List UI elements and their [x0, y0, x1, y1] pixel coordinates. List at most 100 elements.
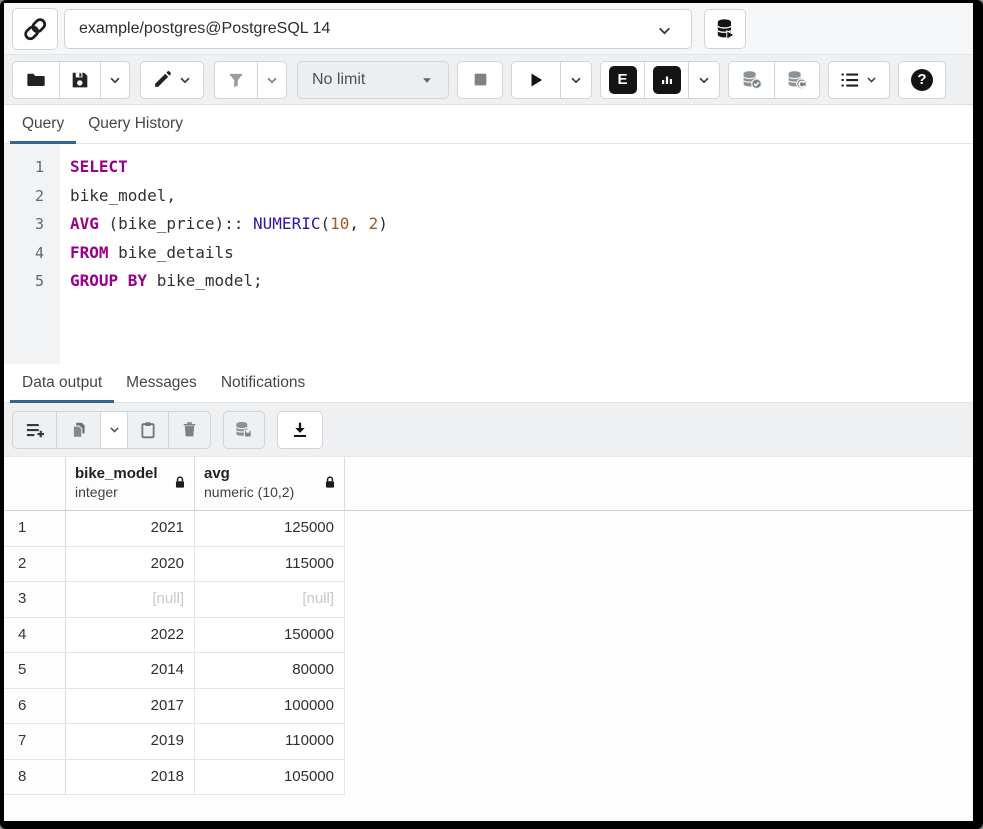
- data-cell[interactable]: 150000: [195, 618, 345, 654]
- connection-select[interactable]: example/postgres@PostgreSQL 14: [64, 9, 692, 49]
- code-line[interactable]: SELECT: [70, 153, 973, 182]
- tab-query-history[interactable]: Query History: [76, 105, 195, 143]
- pgadmin-query-tool: example/postgres@PostgreSQL 14: [4, 3, 973, 821]
- table-row: 22020115000: [4, 547, 973, 583]
- sql-token: GROUP BY: [70, 271, 147, 290]
- sql-token: (: [320, 214, 330, 233]
- paste-button[interactable]: [127, 411, 169, 449]
- delete-row-button[interactable]: [168, 411, 211, 449]
- row-limit-select[interactable]: No limit: [297, 61, 449, 99]
- data-cell[interactable]: [null]: [195, 582, 345, 618]
- lock-icon: [173, 475, 187, 490]
- explain-dropdown-button[interactable]: [688, 61, 720, 99]
- data-cell[interactable]: 2020: [66, 547, 195, 583]
- execute-button[interactable]: [511, 61, 561, 99]
- tab-notifications-label: Notifications: [221, 374, 305, 392]
- rollback-button[interactable]: [774, 61, 820, 99]
- line-number: 2: [35, 182, 60, 211]
- data-cell[interactable]: 105000: [195, 760, 345, 796]
- tab-notifications[interactable]: Notifications: [209, 364, 317, 402]
- column-name: bike_model: [75, 465, 168, 483]
- line-number: 5: [35, 267, 60, 296]
- data-cell[interactable]: 80000: [195, 653, 345, 689]
- row-number-cell[interactable]: 4: [4, 618, 66, 654]
- chevron-down-icon: [108, 423, 121, 436]
- row-number-header[interactable]: [4, 457, 66, 510]
- row-number-cell[interactable]: 3: [4, 582, 66, 618]
- lock-icon: [323, 475, 337, 490]
- row-number-cell[interactable]: 6: [4, 689, 66, 725]
- macros-button[interactable]: [828, 61, 890, 99]
- sql-editor[interactable]: 12345 SELECTbike_model,AVG (bike_price):…: [4, 144, 973, 364]
- explain-analyze-button[interactable]: [644, 61, 689, 99]
- paste-icon: [139, 421, 157, 439]
- data-cell[interactable]: 110000: [195, 724, 345, 760]
- column-header-bike-model[interactable]: bike_model integer: [66, 457, 195, 510]
- line-number: 4: [35, 239, 60, 268]
- filter-button[interactable]: [214, 61, 258, 99]
- add-row-icon: [25, 420, 45, 440]
- list-icon: [840, 70, 860, 90]
- save-dropdown-button[interactable]: [100, 61, 130, 99]
- explain-analyze-chart-icon: [653, 66, 681, 94]
- data-cell[interactable]: 115000: [195, 547, 345, 583]
- table-row: 72019110000: [4, 724, 973, 760]
- tab-messages[interactable]: Messages: [114, 364, 209, 402]
- add-row-button[interactable]: [12, 411, 57, 449]
- code-line[interactable]: AVG (bike_price):: NUMERIC(10, 2): [70, 210, 973, 239]
- new-connection-button[interactable]: [704, 9, 746, 49]
- help-group: ?: [898, 61, 946, 99]
- column-header-avg[interactable]: avg numeric (10,2): [195, 457, 345, 510]
- data-cell[interactable]: [null]: [66, 582, 195, 618]
- plug-connected-icon: [22, 16, 48, 42]
- chevron-down-icon: [656, 22, 673, 39]
- copy-button[interactable]: [56, 411, 101, 449]
- data-cell[interactable]: 2021: [66, 511, 195, 547]
- data-cell[interactable]: 2022: [66, 618, 195, 654]
- output-tabs: Data output Messages Notifications: [4, 364, 973, 403]
- data-cell[interactable]: 2019: [66, 724, 195, 760]
- explain-group: E: [600, 61, 720, 99]
- folder-icon: [27, 70, 46, 89]
- data-cell[interactable]: 2014: [66, 653, 195, 689]
- row-number-cell[interactable]: 2: [4, 547, 66, 583]
- sql-token: bike_details: [109, 243, 234, 262]
- row-number-cell[interactable]: 8: [4, 760, 66, 796]
- sql-editor-lines[interactable]: SELECTbike_model,AVG (bike_price):: NUME…: [60, 144, 973, 364]
- commit-button[interactable]: [728, 61, 775, 99]
- open-file-button[interactable]: [12, 61, 60, 99]
- edit-group: [140, 61, 204, 99]
- row-number-cell[interactable]: 1: [4, 511, 66, 547]
- row-number-cell[interactable]: 5: [4, 653, 66, 689]
- macros-group: [828, 61, 890, 99]
- data-cell[interactable]: 100000: [195, 689, 345, 725]
- code-line[interactable]: bike_model,: [70, 182, 973, 211]
- connection-status-button[interactable]: [12, 8, 58, 50]
- sql-token: bike_model;: [147, 271, 263, 290]
- execute-dropdown-button[interactable]: [560, 61, 592, 99]
- save-file-button[interactable]: [59, 61, 101, 99]
- code-line[interactable]: FROM bike_details: [70, 239, 973, 268]
- row-number-cell[interactable]: 7: [4, 724, 66, 760]
- download-results-button[interactable]: [277, 411, 323, 449]
- explain-button[interactable]: E: [600, 61, 645, 99]
- execute-group: [511, 61, 592, 99]
- tab-query[interactable]: Query: [10, 105, 76, 143]
- filter-dropdown-button[interactable]: [257, 61, 287, 99]
- data-cell[interactable]: 2018: [66, 760, 195, 796]
- table-row: 12021125000: [4, 511, 973, 547]
- copy-dropdown-button[interactable]: [100, 411, 128, 449]
- chevron-down-icon: [265, 73, 279, 87]
- code-line[interactable]: GROUP BY bike_model;: [70, 267, 973, 296]
- table-row: 5201480000: [4, 653, 973, 689]
- tab-data-output[interactable]: Data output: [10, 364, 114, 402]
- data-cell[interactable]: 2017: [66, 689, 195, 725]
- stop-group: [457, 61, 503, 99]
- help-button[interactable]: ?: [898, 61, 946, 99]
- save-data-button[interactable]: [223, 411, 265, 449]
- column-type: integer: [75, 483, 168, 501]
- edit-menu-button[interactable]: [140, 61, 204, 99]
- data-cell[interactable]: 125000: [195, 511, 345, 547]
- cancel-query-button[interactable]: [457, 61, 503, 99]
- toolbar: No limit E: [4, 55, 973, 105]
